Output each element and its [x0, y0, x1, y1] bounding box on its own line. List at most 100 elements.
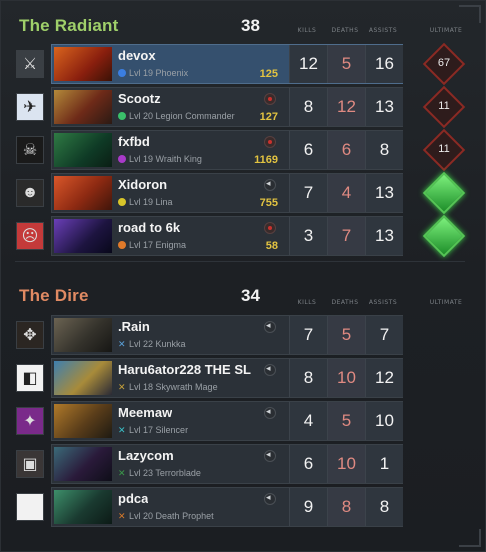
panel-corner-decoration — [459, 5, 481, 23]
player-assists: 7 — [365, 316, 403, 354]
player-deaths: 7 — [327, 217, 365, 255]
team-divider — [15, 261, 465, 262]
player-name: road to 6k — [118, 220, 181, 235]
player-row[interactable]: road to 6k Lvl 17 Enigma 58 3 7 13 — [51, 216, 403, 256]
player-deaths: 12 — [327, 88, 365, 126]
radiant-deaths-header: DEATHS — [331, 27, 359, 34]
player-color-dot — [118, 155, 126, 163]
speaker-icon[interactable] — [264, 492, 276, 505]
player-deaths: 6 — [327, 131, 365, 169]
player-kills: 9 — [289, 488, 327, 526]
player-deaths: 4 — [327, 174, 365, 212]
player-row[interactable]: Scootz Lvl 20 Legion Commander 127 8 12 13 — [51, 87, 403, 127]
ultimate-cooldown: 67 — [437, 57, 451, 69]
dire-assists-header: ASSISTS — [368, 299, 398, 306]
player-name: devox — [118, 48, 156, 63]
speaker-icon[interactable] — [264, 320, 276, 333]
player-hero-info: ✕ Lvl 22 Kunkka — [118, 339, 186, 350]
hero-name: Lina — [155, 197, 173, 207]
player-assists: 1 — [365, 445, 403, 483]
player-kills: 7 — [289, 174, 327, 212]
radiant-kills-header: KILLS — [297, 27, 317, 34]
player-assists: 12 — [365, 359, 403, 397]
player-level: Lvl 17 — [129, 240, 154, 250]
player-name: Lazycom — [118, 448, 174, 463]
player-hero-info: Lvl 19 Lina — [118, 197, 173, 207]
player-kills: 6 — [289, 445, 327, 483]
player-level: Lvl 23 — [129, 468, 154, 478]
player-avatar-icon[interactable]: ✦ — [16, 407, 44, 435]
player-row[interactable]: pdca ✕Lvl 20 Death Prophet 988 — [51, 487, 403, 527]
player-avatar-icon[interactable]: ⚔ — [16, 50, 44, 78]
status-dot-icon[interactable] — [264, 136, 276, 148]
panel-corner-decoration — [459, 529, 481, 547]
hero-portrait — [54, 90, 112, 124]
player-row[interactable]: fxfbd Lvl 19 Wraith King 1169 6 6 8 — [51, 130, 403, 170]
player-name: Haru6ator228 THE SL — [118, 362, 251, 377]
player-level: Lvl 20 — [129, 511, 154, 521]
player-color-marker: ✕ — [118, 339, 126, 349]
hero-portrait — [54, 318, 112, 352]
dire-ultimate-header: ULTIMATE — [429, 299, 463, 306]
player-hero-info: Lvl 20 Legion Commander — [118, 111, 235, 121]
hero-name: Death Prophet — [155, 511, 214, 521]
player-avatar-icon[interactable]: ✥ — [16, 321, 44, 349]
player-row[interactable]: devox Lvl 19 Phoenix 125 12 5 16 — [51, 44, 403, 84]
player-kills: 4 — [289, 402, 327, 440]
player-gold: 127 — [259, 111, 278, 123]
status-dot-icon[interactable] — [264, 93, 276, 105]
player-kills: 12 — [289, 45, 327, 83]
speaker-icon[interactable] — [264, 406, 276, 419]
hero-portrait — [54, 361, 112, 395]
player-color-dot — [118, 241, 126, 249]
player-hero-info: Lvl 19 Wraith King — [118, 154, 202, 164]
scoreboard-panel: The Radiant 38 KILLS DEATHS ASSISTS ULTI… — [0, 0, 486, 552]
hero-name: Enigma — [155, 240, 187, 250]
player-row[interactable]: .Rain ✕Lvl 22 Kunkka 757 — [51, 315, 403, 355]
player-hero-info: ✕ Lvl 18 Skywrath Mage — [118, 382, 218, 393]
ultimate-ready-icon — [422, 214, 466, 258]
speaker-icon[interactable] — [264, 449, 276, 462]
player-avatar-icon[interactable]: ☹ — [16, 222, 44, 250]
player-kills: 8 — [289, 359, 327, 397]
status-dot-icon[interactable] — [264, 222, 276, 234]
player-row[interactable]: Xidoron Lvl 19 Lina 755 7413 — [51, 173, 403, 213]
player-avatar-icon[interactable]: ◧ — [16, 364, 44, 392]
player-avatar-icon[interactable] — [16, 493, 44, 521]
player-hero-info: ✕ Lvl 20 Death Prophet — [118, 511, 214, 522]
player-color-marker: ✕ — [118, 468, 126, 478]
player-name: fxfbd — [118, 134, 150, 149]
player-row[interactable]: Lazycom ✕Lvl 23 Terrorblade 6101 — [51, 444, 403, 484]
hero-name: Kunkka — [155, 339, 186, 349]
radiant-ultimate-header: ULTIMATE — [429, 27, 463, 34]
player-assists: 10 — [365, 402, 403, 440]
hero-name: Skywrath Mage — [155, 382, 218, 392]
hero-name: Wraith King — [155, 154, 202, 164]
speaker-icon[interactable] — [264, 178, 276, 191]
player-color-dot — [118, 112, 126, 120]
hero-portrait — [54, 404, 112, 438]
player-row[interactable]: Meemaw ✕Lvl 17 Silencer 4510 — [51, 401, 403, 441]
player-avatar-icon[interactable]: ☻ — [16, 179, 44, 207]
hero-name: Terrorblade — [155, 468, 201, 478]
player-avatar-icon[interactable]: ☠ — [16, 136, 44, 164]
radiant-team-score: 38 — [241, 16, 260, 35]
player-level: Lvl 19 — [129, 154, 154, 164]
player-color-dot — [118, 69, 126, 77]
player-level: Lvl 19 — [129, 197, 154, 207]
player-avatar-icon[interactable]: ▣ — [16, 450, 44, 478]
player-color-marker: ✕ — [118, 425, 126, 435]
player-name: Meemaw — [118, 405, 173, 420]
dire-kills-header: KILLS — [297, 299, 317, 306]
hero-portrait — [54, 490, 112, 524]
speaker-icon[interactable] — [264, 363, 276, 376]
player-avatar-icon[interactable]: ✈ — [16, 93, 44, 121]
player-assists: 13 — [365, 88, 403, 126]
ultimate-cooldown: 11 — [438, 100, 450, 112]
player-gold: 58 — [265, 240, 278, 252]
player-hero-info: ✕ Lvl 23 Terrorblade — [118, 468, 201, 479]
player-assists: 8 — [365, 131, 403, 169]
hero-portrait — [54, 133, 112, 167]
player-row[interactable]: Haru6ator228 THE SL ✕ Lvl 18 Skywrath Mage… — [51, 358, 403, 398]
player-color-marker: ✕ — [118, 382, 126, 392]
